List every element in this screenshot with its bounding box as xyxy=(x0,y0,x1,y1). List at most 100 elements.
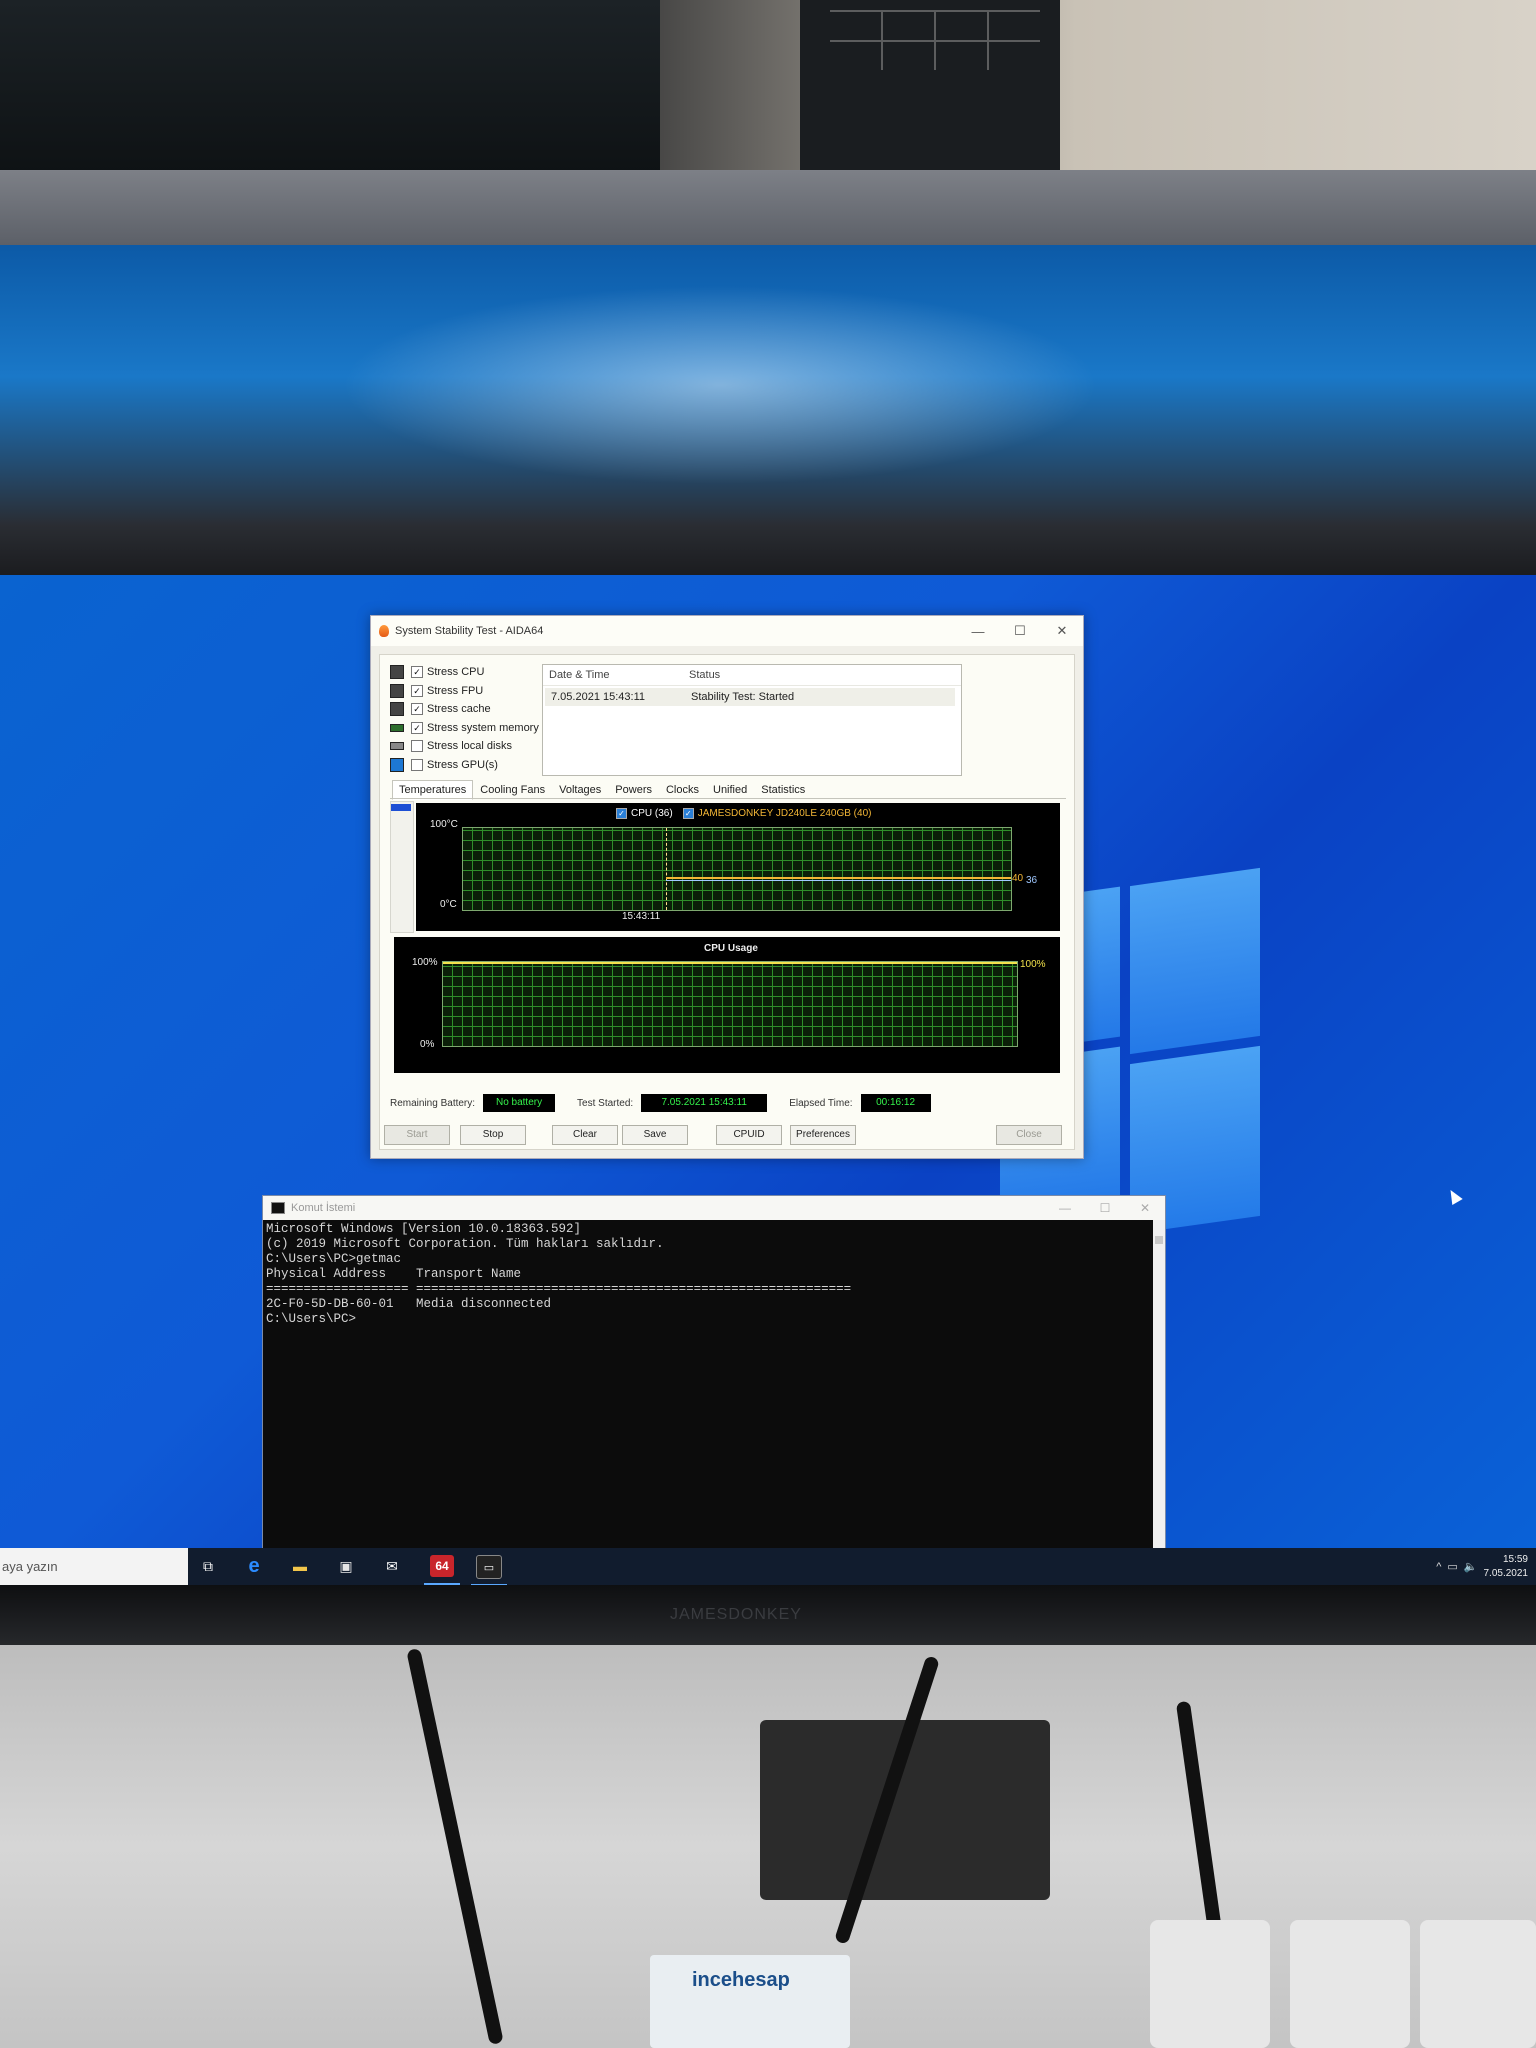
console-line: C:\Users\PC>getmac xyxy=(266,1252,402,1266)
tab-powers[interactable]: Powers xyxy=(608,780,659,800)
stress-checkbox[interactable]: ✓ xyxy=(411,703,423,716)
stress-option[interactable]: ✓ Stress cache xyxy=(390,700,539,719)
legend-disk-label: JAMESDONKEY JD240LE 240GB (40) xyxy=(697,808,872,819)
minimize-button[interactable]: — xyxy=(957,616,999,646)
start-button[interactable]: Start xyxy=(384,1125,450,1145)
search-input[interactable]: aya yazın xyxy=(0,1548,188,1585)
cpu-usage-line xyxy=(443,962,1017,964)
console-line: =================== ====================… xyxy=(266,1282,852,1296)
stress-option[interactable]: Stress GPU(s) xyxy=(390,756,539,775)
log-row[interactable]: 7.05.2021 15:43:11 Stability Test: Start… xyxy=(545,688,955,706)
taskbar: aya yazın ⧉ e ▬ ▣ ✉ 64 ▭ ^ ▭ 🔈 15:59 7.0… xyxy=(0,1548,1536,1585)
stress-checkbox[interactable]: ✓ xyxy=(411,666,423,679)
task-view-icon[interactable]: ⧉ xyxy=(196,1555,220,1577)
temperature-graph: ✓ CPU (36) ✓ JAMESDONKEY JD240LE 240GB (… xyxy=(416,803,1060,931)
maximize-button[interactable]: ☐ xyxy=(1085,1196,1125,1220)
cpu-value-label: 36 xyxy=(1026,875,1038,886)
stress-option[interactable]: Stress local disks xyxy=(390,737,539,756)
cpu-icon xyxy=(390,665,404,680)
power-socket xyxy=(1150,1920,1270,2048)
button-row: Start Stop Clear Save CPUID Preferences … xyxy=(384,1125,1070,1145)
close-button[interactable]: Close xyxy=(996,1125,1062,1145)
console-line: Microsoft Windows [Version 10.0.18363.59… xyxy=(266,1222,582,1236)
aida64-flame-icon xyxy=(379,625,389,637)
cmd-titlebar[interactable]: Komut İstemi — ☐ ✕ xyxy=(263,1196,1165,1220)
battery-label: Remaining Battery: xyxy=(390,1097,476,1109)
log-column-status[interactable]: Status xyxy=(689,669,961,681)
minimize-button[interactable]: — xyxy=(1045,1196,1085,1220)
cmd-taskbar-icon[interactable]: ▭ xyxy=(471,1555,507,1585)
cache-icon xyxy=(390,702,404,717)
test-start-marker xyxy=(666,828,667,910)
window-title: Komut İstemi xyxy=(291,1202,356,1214)
cpu-usage-value-label: 100% xyxy=(1020,959,1046,970)
legend-checkbox[interactable]: ✓ xyxy=(616,808,627,819)
file-explorer-icon[interactable]: ▬ xyxy=(288,1555,312,1577)
network-icon[interactable]: ▭ xyxy=(1447,1560,1457,1573)
store-icon[interactable]: ▣ xyxy=(334,1555,358,1577)
stress-checkbox[interactable] xyxy=(411,758,423,771)
power-socket xyxy=(1420,1920,1536,2048)
scrollbar[interactable] xyxy=(1153,1220,1165,1585)
stress-checkbox[interactable] xyxy=(411,740,423,753)
temperature-plot xyxy=(462,827,1012,911)
console-output[interactable]: Microsoft Windows [Version 10.0.18363.59… xyxy=(266,1222,1151,1585)
tab-voltages[interactable]: Voltages xyxy=(552,780,608,800)
store-sticker: incehesap xyxy=(650,1955,850,2048)
disk-icon xyxy=(390,742,404,751)
close-window-button[interactable]: ✕ xyxy=(1041,616,1083,646)
disk-value-label: 40 xyxy=(1012,873,1024,884)
stress-option-label: Stress FPU xyxy=(427,684,484,697)
y-min-label: 0°C xyxy=(440,899,457,910)
power-socket xyxy=(1290,1920,1410,2048)
sensor-tabs: Temperatures Cooling Fans Voltages Power… xyxy=(392,780,812,800)
clock-time: 15:59 xyxy=(1502,1553,1528,1565)
battery-value: No battery xyxy=(483,1094,556,1112)
y-min-label: 0% xyxy=(420,1039,435,1050)
test-started-value: 7.05.2021 15:43:11 xyxy=(641,1094,768,1112)
stress-option-label: Stress system memory xyxy=(427,721,539,734)
command-prompt-window: Komut İstemi — ☐ ✕ Microsoft Windows [Ve… xyxy=(262,1195,1166,1585)
legend-checkbox[interactable]: ✓ xyxy=(682,808,694,819)
monitor-brand-logo: JAMESDONKEY xyxy=(670,1606,802,1623)
save-button[interactable]: Save xyxy=(622,1125,688,1145)
console-line: (c) 2019 Microsoft Corporation. Tüm hakl… xyxy=(266,1237,664,1251)
maximize-button[interactable]: ☐ xyxy=(999,616,1041,646)
stress-option[interactable]: ✓ Stress FPU xyxy=(390,682,539,701)
test-started-label: Test Started: xyxy=(577,1097,634,1109)
stop-button[interactable]: Stop xyxy=(460,1125,526,1145)
stress-option-label: Stress local disks xyxy=(427,740,512,753)
memory-icon xyxy=(390,723,404,732)
preferences-button[interactable]: Preferences xyxy=(790,1125,856,1145)
tab-cooling-fans[interactable]: Cooling Fans xyxy=(473,780,552,800)
volume-icon[interactable]: 🔈 xyxy=(1464,1560,1478,1573)
stress-option[interactable]: ✓ Stress system memory xyxy=(390,719,539,738)
stress-checkbox[interactable]: ✓ xyxy=(411,684,423,697)
aida64-taskbar-icon[interactable]: 64 xyxy=(424,1555,460,1585)
chevron-up-icon[interactable]: ^ xyxy=(1436,1561,1441,1573)
clock[interactable]: 15:59 7.05.2021 xyxy=(1484,1553,1529,1581)
clear-button[interactable]: Clear xyxy=(552,1125,618,1145)
close-window-button[interactable]: ✕ xyxy=(1125,1196,1165,1220)
tab-statistics[interactable]: Statistics xyxy=(754,780,812,800)
mouse-cursor-icon xyxy=(1445,1186,1463,1206)
system-tray: ^ ▭ 🔈 15:59 7.05.2021 xyxy=(1436,1548,1536,1585)
cpuid-button[interactable]: CPUID xyxy=(716,1125,782,1145)
stress-checkbox[interactable]: ✓ xyxy=(411,721,423,734)
sensor-list-strip[interactable] xyxy=(390,801,414,933)
mail-icon[interactable]: ✉ xyxy=(380,1555,404,1577)
shelf xyxy=(0,170,1536,250)
y-max-label: 100°C xyxy=(430,819,458,830)
stress-option[interactable]: ✓ Stress CPU xyxy=(390,663,539,682)
aida64-titlebar[interactable]: System Stability Test - AIDA64 — ☐ ✕ xyxy=(371,616,1083,646)
console-line: Physical Address Transport Name xyxy=(266,1267,522,1281)
cpu-usage-graph: CPU Usage 100% 0% 100% xyxy=(394,937,1060,1073)
log-column-datetime[interactable]: Date & Time xyxy=(543,669,689,681)
tab-unified[interactable]: Unified xyxy=(706,780,754,800)
gpu-icon xyxy=(390,757,404,772)
tab-temperatures[interactable]: Temperatures xyxy=(392,780,474,800)
tab-clocks[interactable]: Clocks xyxy=(659,780,706,800)
aida64-stability-window: System Stability Test - AIDA64 — ☐ ✕ ✓ S… xyxy=(370,615,1084,1159)
window-title: System Stability Test - AIDA64 xyxy=(395,625,544,637)
edge-icon[interactable]: e xyxy=(242,1555,266,1577)
